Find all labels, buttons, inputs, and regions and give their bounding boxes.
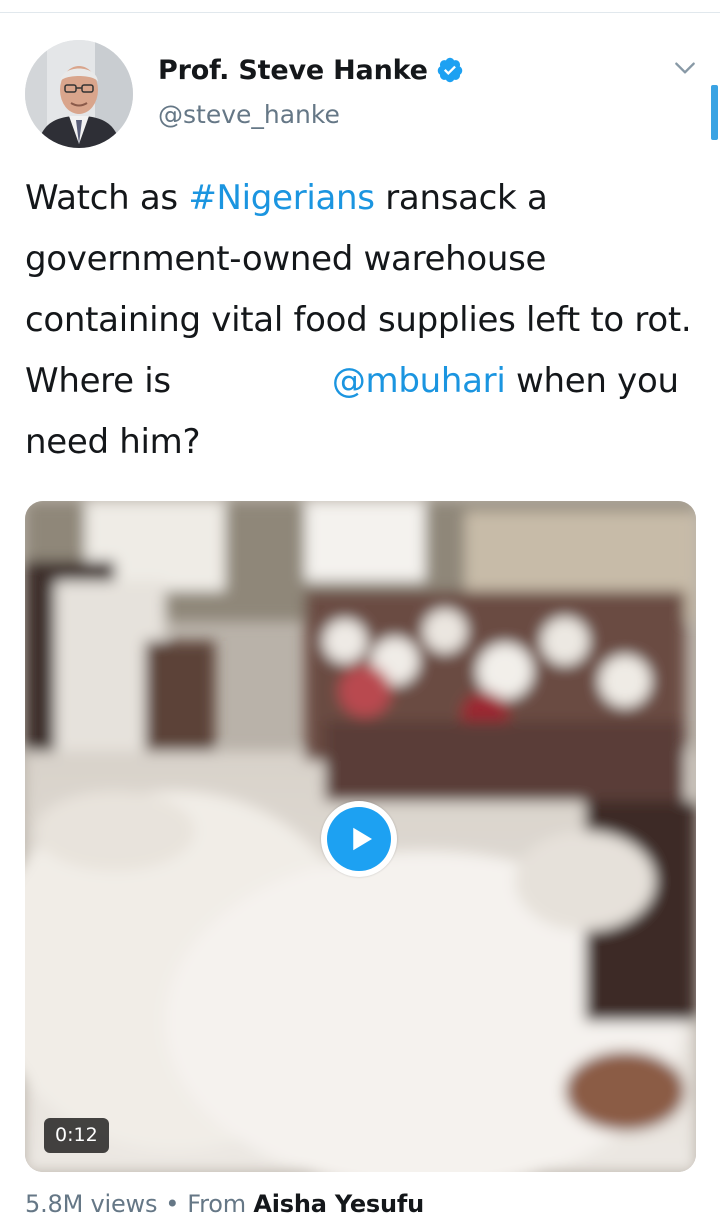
author-name[interactable]: Prof. Steve Hanke <box>158 55 428 86</box>
tweet-meta-row: 5.8M views • From Aisha Yesufu <box>25 1190 424 1218</box>
play-button-inner <box>327 807 391 871</box>
author-row[interactable]: Prof. Steve Hanke <box>158 50 464 90</box>
view-count: 5.8M views <box>25 1190 158 1218</box>
scroll-indicator[interactable] <box>711 85 718 140</box>
avatar[interactable] <box>25 40 133 148</box>
play-icon <box>352 827 372 851</box>
verified-badge-icon <box>437 57 462 83</box>
video-duration-badge: 0:12 <box>44 1118 109 1153</box>
tweet-text-part: Watch as <box>25 178 189 218</box>
play-button[interactable] <box>321 801 397 877</box>
chevron-down-icon[interactable] <box>672 55 698 81</box>
top-divider <box>0 12 720 13</box>
video-player[interactable]: 0:12 <box>25 501 696 1172</box>
hashtag-link[interactable]: #Nigerians <box>188 178 375 218</box>
redacted-area <box>181 366 321 400</box>
source-account-link[interactable]: Aisha Yesufu <box>253 1190 424 1218</box>
tweet-text: Watch as #Nigerians ransack a government… <box>25 168 705 473</box>
separator-dot: • <box>165 1190 180 1218</box>
author-handle[interactable]: @steve_hanke <box>158 100 340 129</box>
from-label: From <box>187 1190 246 1218</box>
mention-link[interactable]: @mbuhari <box>332 361 506 401</box>
